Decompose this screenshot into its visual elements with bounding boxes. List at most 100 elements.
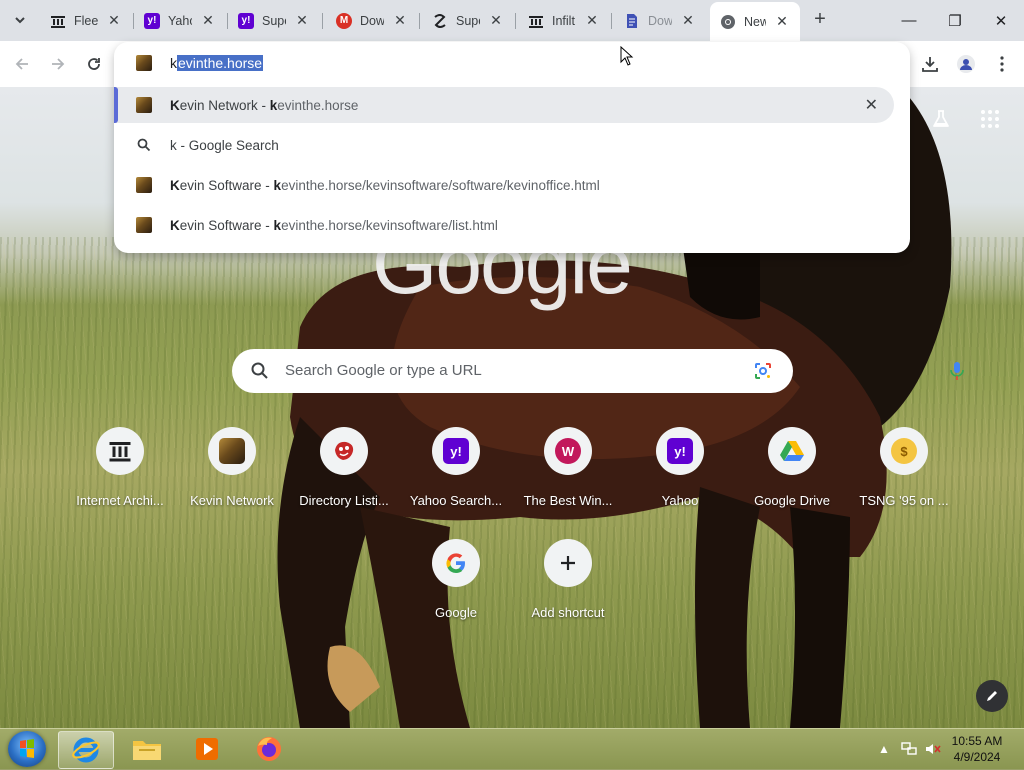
m-icon: M [336, 12, 352, 29]
tab-title: New [744, 14, 766, 29]
new-tab-plus-icon[interactable]: + [808, 8, 832, 32]
suggestion-row[interactable]: Kevin Network - kevinthe.horse ✕ [114, 87, 894, 123]
profile-avatar-icon[interactable] [952, 50, 980, 78]
minimize-icon[interactable]: — [886, 0, 932, 41]
labs-flask-icon[interactable] [927, 105, 955, 133]
reload-icon[interactable] [80, 50, 108, 78]
tab-title: Super [456, 13, 480, 28]
suggestion-row[interactable]: k - Google Search [114, 127, 910, 163]
google-g-icon [432, 539, 480, 587]
shortcut-label: Google Drive [754, 493, 830, 508]
shortcut-label: Internet Archi... [76, 493, 164, 508]
search-icon [251, 362, 268, 379]
shortcut-directory-listing[interactable]: Directory Listi... [288, 427, 400, 539]
media-player-icon[interactable] [180, 731, 234, 767]
add-shortcut-button[interactable]: Add shortcut [512, 539, 624, 651]
show-hidden-icons-icon[interactable]: ▲ [878, 729, 890, 769]
system-clock[interactable]: 10:55 AM 4/9/2024 [944, 733, 1010, 765]
shortcut-google-drive[interactable]: Google Drive [736, 427, 848, 539]
shortcut-label: Google [435, 605, 477, 620]
red-creature-icon [320, 427, 368, 475]
network-icon[interactable] [900, 729, 918, 769]
tab-separator [611, 13, 612, 29]
shortcut-label: Add shortcut [531, 605, 605, 620]
tab-super-swirl[interactable]: Super ✕ [422, 6, 514, 35]
shortcut-tsng[interactable]: $ TSNG '95 on ... [848, 427, 960, 539]
suggestion-text: Kevin Software - kevinthe.horse/kevinsof… [170, 217, 498, 233]
tab-download-doc[interactable]: Down ✕ [614, 6, 706, 35]
tab-separator [322, 13, 323, 29]
suggestion-row[interactable]: Kevin Software - kevinthe.horse/kevinsof… [114, 167, 910, 203]
download-icon[interactable] [916, 50, 944, 78]
tab-title: Super [262, 13, 286, 28]
firefox-icon[interactable] [242, 731, 296, 767]
chrome-icon [720, 14, 736, 30]
suggestion-text: Kevin Network - kevinthe.horse [170, 97, 359, 113]
shortcut-yahoo-search[interactable]: y! Yahoo Search... [400, 427, 512, 539]
yahoo-icon: y! [432, 427, 480, 475]
shortcut-label: Kevin Network [190, 493, 274, 508]
microphone-icon[interactable] [950, 361, 964, 381]
start-button-windows-icon[interactable] [8, 731, 46, 767]
google-apps-grid-icon[interactable] [976, 105, 1004, 133]
tab-title: Infilt [552, 13, 575, 28]
omnibox-input-row[interactable]: kevinthe.horse [114, 45, 910, 81]
shortcut-label: Yahoo [661, 493, 699, 508]
close-tab-icon[interactable]: ✕ [294, 12, 310, 29]
shortcut-kevin-network[interactable]: Kevin Network [176, 427, 288, 539]
internet-archive-icon [96, 427, 144, 475]
internet-archive-icon [528, 13, 544, 29]
tab-fleet[interactable]: Fleet ✕ [40, 6, 132, 35]
suggestion-row[interactable]: Kevin Software - kevinthe.horse/kevinsof… [114, 207, 910, 243]
omnibox-input[interactable]: kevinthe.horse [170, 55, 264, 71]
tab-infilt[interactable]: Infilt ✕ [518, 6, 610, 35]
blue-doc-icon [624, 13, 640, 29]
tab-new-tab-active[interactable]: New ✕ [710, 2, 800, 41]
site-favicon-icon [136, 97, 152, 113]
suggestion-text: k - Google Search [170, 137, 279, 153]
ntp-search-box[interactable] [232, 349, 964, 393]
tab-title: Down [648, 13, 672, 28]
back-arrow-icon[interactable] [8, 50, 36, 78]
windows-taskbar: ▲ 10:55 AM 4/9/2024 [0, 728, 1024, 769]
shortcut-internet-archive[interactable]: Internet Archi... [64, 427, 176, 539]
close-tab-icon[interactable]: ✕ [680, 12, 696, 29]
maximize-icon[interactable]: ❐ [932, 0, 978, 41]
volume-muted-icon[interactable] [924, 729, 942, 769]
ntp-search-input[interactable] [283, 361, 687, 380]
w-icon: W [544, 427, 592, 475]
menu-kebab-icon[interactable] [988, 50, 1016, 78]
file-explorer-folder-icon[interactable] [120, 731, 174, 767]
shortcut-yahoo[interactable]: y! Yahoo [624, 427, 736, 539]
close-tab-icon[interactable]: ✕ [392, 12, 408, 29]
tab-yahoo[interactable]: y! Yahoo ✕ [134, 6, 226, 35]
tab-super-yahoo[interactable]: y! Super ✕ [228, 6, 320, 35]
close-tab-icon[interactable]: ✕ [200, 12, 216, 29]
clock-time: 10:55 AM [951, 734, 1003, 748]
search-icon [136, 137, 152, 153]
shortcut-best-windows[interactable]: W The Best Win... [512, 427, 624, 539]
close-window-icon[interactable]: ✕ [978, 0, 1024, 41]
google-lens-icon[interactable] [754, 362, 772, 380]
tab-title: Down [360, 13, 384, 28]
omnibox-dropdown: kevinthe.horse Kevin Network - kevinthe.… [114, 42, 910, 253]
forward-arrow-icon[interactable] [44, 50, 72, 78]
internet-explorer-icon[interactable] [58, 731, 114, 769]
close-tab-icon[interactable]: ✕ [584, 12, 600, 29]
clock-date: 4/9/2024 [953, 750, 1001, 764]
shortcut-label: Directory Listi... [299, 493, 389, 508]
internet-archive-icon [50, 13, 66, 29]
mouse-cursor-icon [620, 46, 634, 66]
tab-download-m[interactable]: M Down ✕ [326, 6, 418, 35]
yahoo-icon: y! [656, 427, 704, 475]
customize-pencil-icon[interactable] [976, 680, 1008, 712]
tab-strip: Fleet ✕ y! Yahoo ✕ y! Super ✕ M Down ✕ S… [0, 0, 1024, 41]
plus-icon [544, 539, 592, 587]
close-tab-icon[interactable]: ✕ [774, 13, 790, 30]
remove-suggestion-icon[interactable]: ✕ [865, 95, 878, 115]
omnibox-typed-text: k [170, 55, 177, 71]
close-tab-icon[interactable]: ✕ [106, 12, 122, 29]
shortcut-google[interactable]: Google [400, 539, 512, 651]
close-tab-icon[interactable]: ✕ [488, 12, 504, 29]
tab-search-chevron-icon[interactable] [8, 8, 32, 32]
